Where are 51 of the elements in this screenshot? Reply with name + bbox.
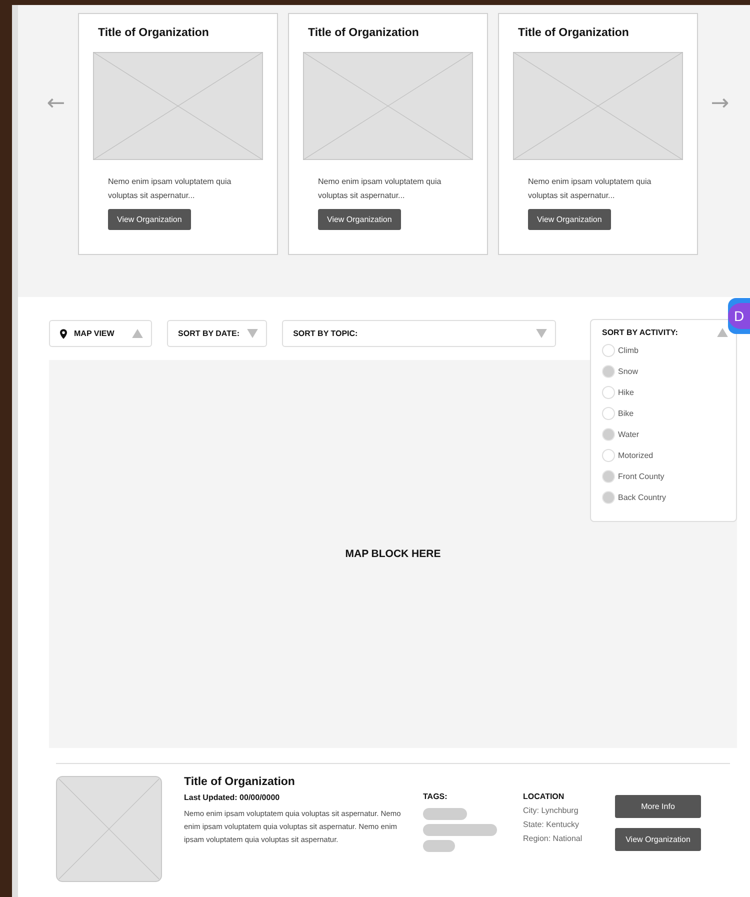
card-description: Nemo enim ipsam voluptatem quia voluptas sit aspernatur... <box>528 176 652 202</box>
filter-dropdown[interactable]: MAP VIEW <box>49 320 152 347</box>
image-placeholder-icon <box>513 52 683 160</box>
radio-button[interactable] <box>602 365 615 378</box>
filter-label: SORT BY DATE: <box>178 329 240 338</box>
radio-button[interactable] <box>602 470 615 483</box>
filter-dropdown[interactable]: SORT BY TOPIC: <box>282 320 556 347</box>
option-label: Bike <box>618 409 634 418</box>
option-label: Snow <box>618 367 638 376</box>
radio-button[interactable] <box>602 407 615 420</box>
filter-label: MAP VIEW <box>74 329 116 338</box>
tags-heading: TAGS: <box>423 792 448 801</box>
organization-title: Title of Organization <box>184 776 296 788</box>
last-updated: Last Updated: 00/00/0000 <box>184 793 281 802</box>
avatar-initial: D <box>728 303 750 329</box>
radio-button[interactable] <box>602 344 615 357</box>
map-label: MAP BLOCK HERE <box>345 548 441 560</box>
image-placeholder-icon <box>56 776 162 882</box>
option-label: Back Country <box>618 493 666 502</box>
option-label: Motorized <box>618 451 654 460</box>
location-line: City: Lynchburg <box>523 805 580 817</box>
view-organization-button[interactable]: View Organization <box>108 209 191 230</box>
radio-button[interactable] <box>602 491 615 504</box>
filter-dropdown[interactable]: SORT BY DATE: <box>167 320 268 347</box>
option-label: Hike <box>618 388 634 397</box>
location-line: Region: National <box>523 833 584 845</box>
filter-label: SORT BY TOPIC: <box>293 329 359 338</box>
tag-pill <box>423 840 455 852</box>
radio-button[interactable] <box>602 428 615 441</box>
tag-pill <box>423 808 467 820</box>
location-heading: LOCATION <box>523 792 566 801</box>
location-line: State: Kentucky <box>523 819 580 831</box>
image-placeholder-icon <box>93 52 263 160</box>
card-description: Nemo enim ipsam voluptatem quia voluptas sit aspernatur... <box>318 176 442 202</box>
option-label: Water <box>618 430 640 439</box>
floating-badge[interactable]: D <box>728 298 750 334</box>
card-title: Title of Organization <box>518 27 630 39</box>
card-title: Title of Organization <box>308 27 420 39</box>
option-label: Climb <box>618 346 638 355</box>
action-button[interactable]: More Info <box>615 795 701 818</box>
action-button[interactable]: View Organization <box>615 828 701 851</box>
radio-button[interactable] <box>602 386 615 399</box>
radio-button[interactable] <box>602 449 615 462</box>
filter-label: SORT BY ACTIVITY: <box>602 328 679 337</box>
view-organization-button[interactable]: View Organization <box>528 209 611 230</box>
map-pin-icon <box>60 328 67 338</box>
option-label: Front County <box>618 472 664 481</box>
card-title: Title of Organization <box>98 27 210 39</box>
view-organization-button[interactable]: View Organization <box>318 209 401 230</box>
image-placeholder-icon <box>303 52 473 160</box>
card-description: Nemo enim ipsam voluptatem quia voluptas sit aspernatur... <box>108 176 232 202</box>
